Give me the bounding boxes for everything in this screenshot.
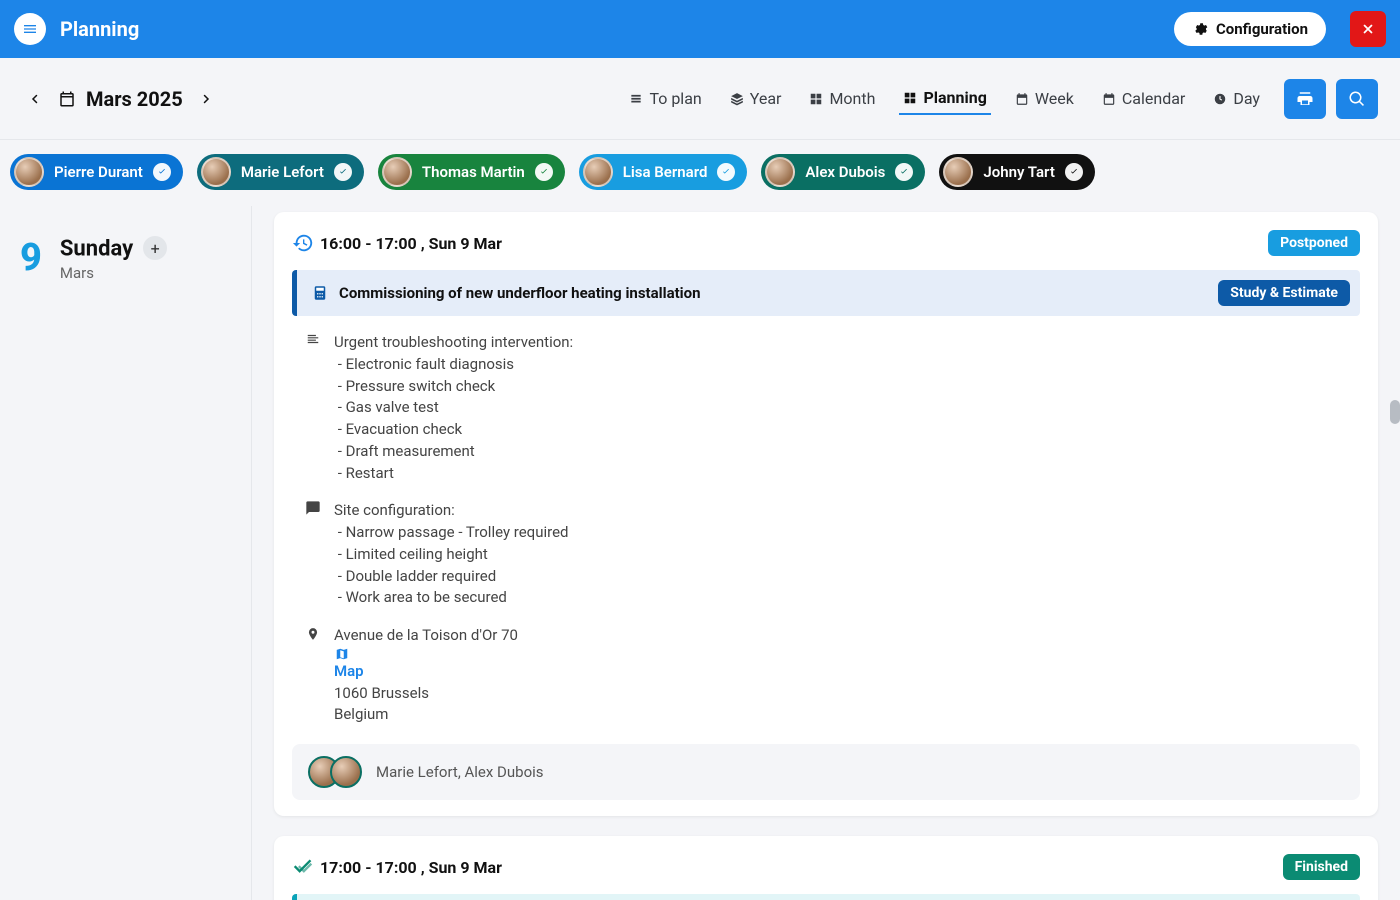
configuration-label: Configuration (1216, 20, 1308, 38)
person-chip[interactable]: Thomas Martin (378, 154, 565, 190)
person-chip[interactable]: Johny Tart (939, 154, 1094, 190)
print-button[interactable] (1284, 79, 1326, 119)
check-done-icon (292, 857, 314, 877)
hamburger-icon (22, 21, 38, 37)
gear-icon (1192, 21, 1208, 37)
avatar (330, 756, 362, 788)
event-title-bar[interactable]: Urgent repair - De Dietrich boiler break… (292, 894, 1360, 900)
event-list[interactable]: 16:00 - 17:00 , Sun 9 Mar Postponed Comm… (252, 206, 1400, 900)
event-time: 16:00 - 17:00 , Sun 9 Mar (320, 234, 502, 253)
list-icon (629, 92, 643, 106)
search-icon (1348, 90, 1366, 108)
person-chip[interactable]: Lisa Bernard (579, 154, 748, 190)
scrollbar-thumb[interactable] (1390, 400, 1400, 424)
map-icon (334, 647, 350, 661)
location-icon (292, 625, 334, 726)
month-selector[interactable]: Mars 2025 (58, 87, 183, 111)
day-number: 9 (20, 236, 42, 280)
app-title: Planning (60, 17, 139, 41)
calendar-icon (1015, 92, 1029, 106)
check-icon (535, 163, 553, 181)
event-assignees: Marie Lefort, Alex Dubois (292, 744, 1360, 800)
view-year[interactable]: Year (726, 83, 786, 114)
day-name: Sunday (60, 237, 133, 262)
month-label-text: Mars 2025 (86, 87, 183, 111)
view-toplan[interactable]: To plan (625, 83, 705, 114)
description-icon (292, 332, 334, 484)
grid-icon (903, 91, 917, 105)
event-description: Urgent troubleshooting intervention: - E… (334, 332, 573, 484)
check-icon (153, 163, 171, 181)
add-event-button[interactable]: + (143, 236, 167, 260)
check-icon (717, 163, 735, 181)
view-month[interactable]: Month (805, 83, 879, 114)
status-badge: Finished (1283, 854, 1360, 880)
check-icon (1065, 163, 1083, 181)
avatar (943, 157, 973, 187)
prev-month-button[interactable] (18, 82, 52, 116)
view-week[interactable]: Week (1011, 83, 1078, 114)
view-day[interactable]: Day (1209, 83, 1264, 114)
avatar (765, 157, 795, 187)
next-month-button[interactable] (189, 82, 223, 116)
calendar-icon (58, 90, 76, 108)
people-filter-bar: Pierre Durant Marie Lefort Thomas Martin… (0, 140, 1400, 206)
check-icon (895, 163, 913, 181)
view-planning[interactable]: Planning (899, 82, 990, 115)
avatar (201, 157, 231, 187)
close-icon (1361, 22, 1375, 36)
grid-icon (809, 92, 823, 106)
check-icon (334, 163, 352, 181)
avatar (382, 157, 412, 187)
event-card[interactable]: 17:00 - 17:00 , Sun 9 Mar Finished Urgen… (274, 836, 1378, 900)
calculator-icon (309, 284, 331, 302)
layers-icon (730, 92, 744, 106)
event-time: 17:00 - 17:00 , Sun 9 Mar (320, 858, 502, 877)
month-name: Mars (60, 264, 167, 282)
map-link[interactable]: Map (334, 647, 546, 680)
calendar-icon (1102, 92, 1116, 106)
event-address: Avenue de la Toison d'Or 70 Map 1060 Bru… (334, 625, 546, 726)
day-column: 9 Sunday + Mars (0, 206, 252, 900)
event-notes: Site configuration: - Narrow passage - T… (334, 500, 568, 609)
event-tag: Study & Estimate (1218, 280, 1350, 306)
configuration-button[interactable]: Configuration (1174, 12, 1326, 46)
hamburger-menu-button[interactable] (14, 13, 46, 45)
history-icon (292, 232, 314, 254)
event-title: Commissioning of new underfloor heating … (339, 284, 701, 302)
close-button[interactable] (1350, 11, 1386, 47)
chevron-right-icon (200, 91, 212, 107)
view-calendar[interactable]: Calendar (1098, 83, 1189, 114)
status-badge: Postponed (1268, 230, 1360, 256)
chevron-left-icon (29, 91, 41, 107)
chat-icon (292, 500, 334, 609)
avatar (14, 157, 44, 187)
person-chip[interactable]: Alex Dubois (761, 154, 925, 190)
event-card[interactable]: 16:00 - 17:00 , Sun 9 Mar Postponed Comm… (274, 212, 1378, 816)
person-chip[interactable]: Pierre Durant (10, 154, 183, 190)
event-title-bar[interactable]: Commissioning of new underfloor heating … (292, 270, 1360, 316)
person-chip[interactable]: Marie Lefort (197, 154, 364, 190)
clock-icon (1213, 92, 1227, 106)
print-icon (1296, 90, 1314, 108)
search-button[interactable] (1336, 79, 1378, 119)
avatar (583, 157, 613, 187)
